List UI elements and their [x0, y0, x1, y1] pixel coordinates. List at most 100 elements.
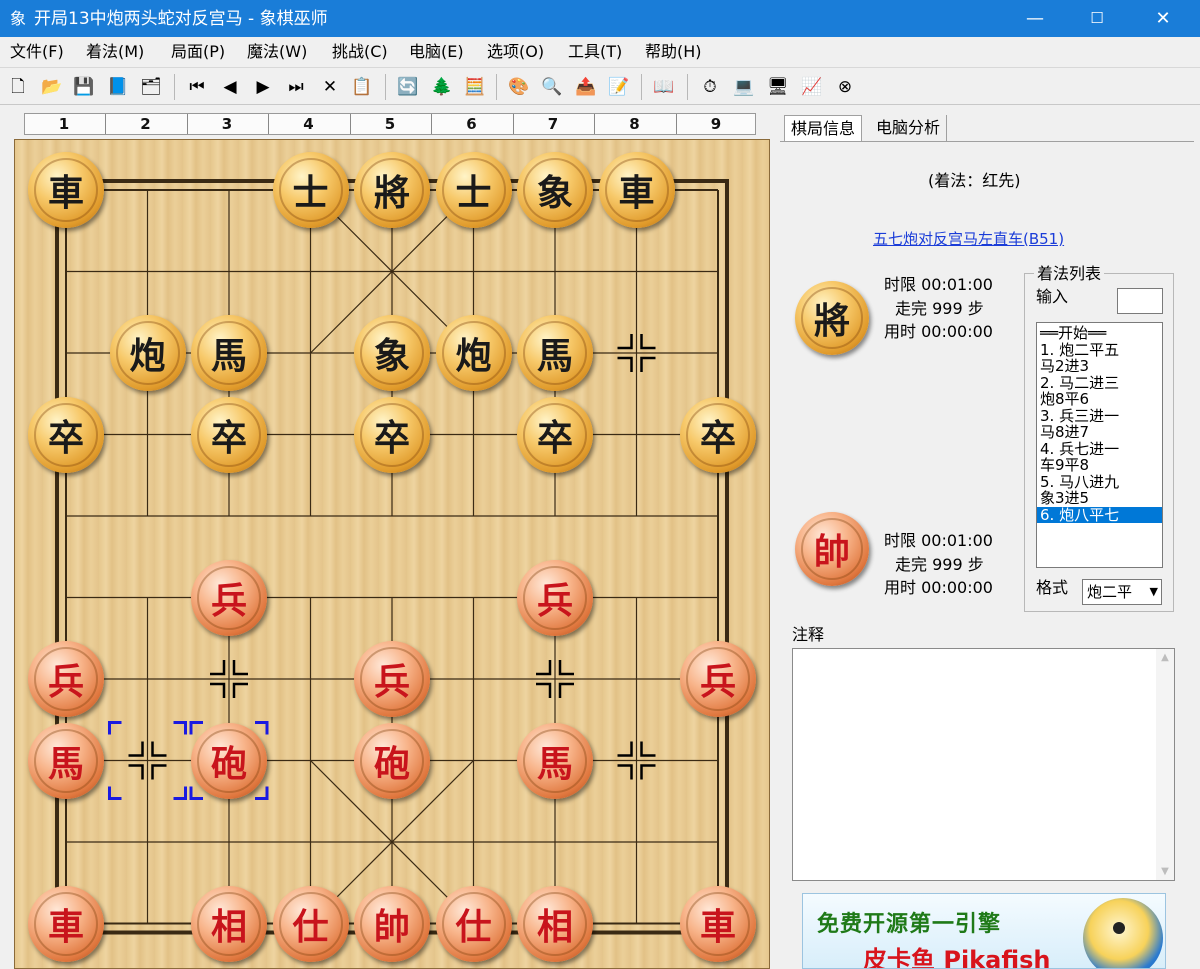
- close-button[interactable]: ✕: [1140, 0, 1186, 37]
- black-piece[interactable]: 車: [28, 152, 104, 228]
- red-piece[interactable]: 兵: [680, 641, 756, 717]
- piece-character: 兵: [699, 661, 736, 703]
- red-piece[interactable]: 相: [517, 885, 593, 962]
- black-piece[interactable]: 炮: [109, 315, 186, 391]
- clock-icon[interactable]: ⏱: [698, 75, 722, 99]
- red-piece[interactable]: 帥: [354, 885, 430, 962]
- stop-icon[interactable]: ⊗: [833, 75, 857, 99]
- move-input-field[interactable]: [1117, 288, 1163, 314]
- pikafish-banner[interactable]: 免费开源第一引擎 皮卡鱼 Pikafish: [802, 893, 1166, 969]
- menu-magic[interactable]: 魔法(W): [247, 42, 307, 62]
- opening-book-icon[interactable]: 📖: [652, 75, 676, 99]
- next-move-icon[interactable]: ▶: [251, 75, 275, 99]
- move-list-item[interactable]: 5. 马八进九: [1040, 474, 1119, 490]
- move-list-item[interactable]: 车9平8: [1040, 457, 1089, 473]
- move-list-item[interactable]: 4. 兵七进一: [1040, 441, 1119, 457]
- black-piece[interactable]: 卒: [354, 396, 430, 473]
- red-piece[interactable]: 車: [680, 885, 756, 962]
- red-piece[interactable]: 仕: [272, 885, 349, 962]
- move-list-item[interactable]: 6. 炮八平七: [1037, 506, 1162, 523]
- toolbar-separator: [496, 74, 497, 100]
- black-piece[interactable]: 炮: [435, 315, 512, 391]
- edit-board-icon[interactable]: 📝: [607, 75, 631, 99]
- red-piece[interactable]: 馬: [28, 722, 104, 799]
- opening-name-link[interactable]: 五七炮对反宫马左直车(B51): [873, 229, 1064, 249]
- delete-icon[interactable]: ✕: [318, 75, 342, 99]
- red-piece[interactable]: 砲: [354, 722, 430, 799]
- move-list[interactable]: ══开始══ 1. 炮二平五 马2进3 2. 马二进三 炮8平6 3. 兵三进一 马8…: [1036, 322, 1163, 568]
- black-piece[interactable]: 將: [354, 152, 430, 228]
- black-piece[interactable]: 卒: [680, 396, 756, 473]
- black-piece[interactable]: 卒: [191, 396, 267, 473]
- red-piece[interactable]: 兵: [354, 641, 430, 717]
- comment-scrollbar[interactable]: ▲ ▼: [1156, 649, 1174, 880]
- piece-character: 相: [536, 905, 573, 948]
- format-select[interactable]: 炮二平 ▼: [1082, 579, 1162, 605]
- move-list-item[interactable]: 象3进5: [1040, 490, 1089, 506]
- last-move-icon[interactable]: ⏭: [284, 75, 308, 99]
- tab-game-info[interactable]: 棋局信息: [784, 115, 863, 142]
- black-piece[interactable]: 馬: [517, 315, 593, 391]
- menu-tools[interactable]: 工具(T): [568, 42, 622, 62]
- red-piece[interactable]: 馬: [517, 722, 593, 799]
- red-piece[interactable]: 相: [191, 885, 267, 962]
- move-list-item[interactable]: 3. 兵三进一: [1040, 408, 1119, 424]
- first-move-icon[interactable]: ⏮: [185, 75, 209, 99]
- menu-moves[interactable]: 着法(M): [86, 42, 144, 62]
- computer-icon[interactable]: 💻: [732, 75, 756, 99]
- computer2-icon[interactable]: 🖥: [766, 75, 790, 99]
- comment-textarea[interactable]: ▲ ▼: [792, 648, 1175, 881]
- red-piece[interactable]: 車: [28, 885, 104, 962]
- black-piece[interactable]: 馬: [191, 315, 267, 391]
- new-file-icon[interactable]: 🗋: [6, 75, 30, 99]
- move-list-item[interactable]: 炮8平6: [1040, 391, 1089, 407]
- open-folder-icon[interactable]: 📂: [40, 75, 64, 99]
- red-piece[interactable]: 仕: [435, 885, 512, 962]
- red-piece[interactable]: 兵: [28, 641, 104, 717]
- black-piece[interactable]: 卒: [28, 396, 104, 473]
- scroll-up-icon[interactable]: ▲: [1156, 652, 1174, 663]
- piece-character: 卒: [47, 416, 84, 459]
- move-list-item[interactable]: 2. 马二进三: [1040, 375, 1119, 391]
- file-number: 6: [466, 115, 477, 133]
- black-piece[interactable]: 車: [598, 152, 675, 228]
- red-piece[interactable]: 兵: [517, 559, 593, 636]
- monitor-icon[interactable]: 📈: [800, 75, 824, 99]
- scroll-down-icon[interactable]: ▼: [1156, 866, 1174, 877]
- calculator-icon[interactable]: 🧮: [463, 75, 487, 99]
- menu-computer[interactable]: 电脑(E): [409, 42, 464, 62]
- xiangqi-board[interactable]: 車士將士象車炮馬象炮馬卒卒卒卒卒兵兵兵兵兵馬砲砲馬車相仕帥仕相車: [14, 139, 770, 969]
- piece-character: 馬: [536, 742, 573, 785]
- save-disk-icon[interactable]: 💾: [72, 75, 96, 99]
- move-list-item[interactable]: 马8进7: [1040, 424, 1089, 440]
- black-piece[interactable]: 象: [354, 315, 430, 391]
- menu-challenge[interactable]: 挑战(C): [332, 42, 388, 62]
- tab-computer-analysis[interactable]: 电脑分析: [870, 115, 948, 142]
- search-book-icon[interactable]: 🔍: [540, 75, 564, 99]
- properties-icon[interactable]: 🗂: [139, 75, 163, 99]
- export-icon[interactable]: 📤: [574, 75, 598, 99]
- color-wheel-icon[interactable]: 🎨: [507, 75, 531, 99]
- file-number: 1: [58, 115, 70, 133]
- format-label: 格式: [1036, 578, 1069, 597]
- menu-options[interactable]: 选项(O): [487, 42, 544, 62]
- menu-file[interactable]: 文件(F): [10, 42, 64, 62]
- black-piece[interactable]: 象: [517, 152, 593, 228]
- maximize-button[interactable]: ☐: [1074, 0, 1120, 37]
- previous-move-icon[interactable]: ◀: [218, 75, 242, 99]
- menu-help[interactable]: 帮助(H): [645, 42, 702, 62]
- red-piece[interactable]: 砲: [191, 722, 267, 799]
- menu-position[interactable]: 局面(P): [171, 42, 225, 62]
- black-piece[interactable]: 士: [435, 152, 512, 228]
- black-piece[interactable]: 士: [272, 152, 349, 228]
- minimize-button[interactable]: —: [1012, 0, 1058, 37]
- move-list-item[interactable]: 马2进3: [1040, 358, 1089, 374]
- move-tree-icon[interactable]: 🌲: [430, 75, 454, 99]
- flip-board-icon[interactable]: 🔄: [396, 75, 420, 99]
- paste-icon[interactable]: 📋: [350, 75, 374, 99]
- move-list-item[interactable]: ══开始══: [1040, 325, 1106, 341]
- move-list-item[interactable]: 1. 炮二平五: [1040, 342, 1119, 358]
- book-icon[interactable]: 📘: [106, 75, 130, 99]
- red-piece[interactable]: 兵: [191, 559, 267, 636]
- black-piece[interactable]: 卒: [517, 396, 593, 473]
